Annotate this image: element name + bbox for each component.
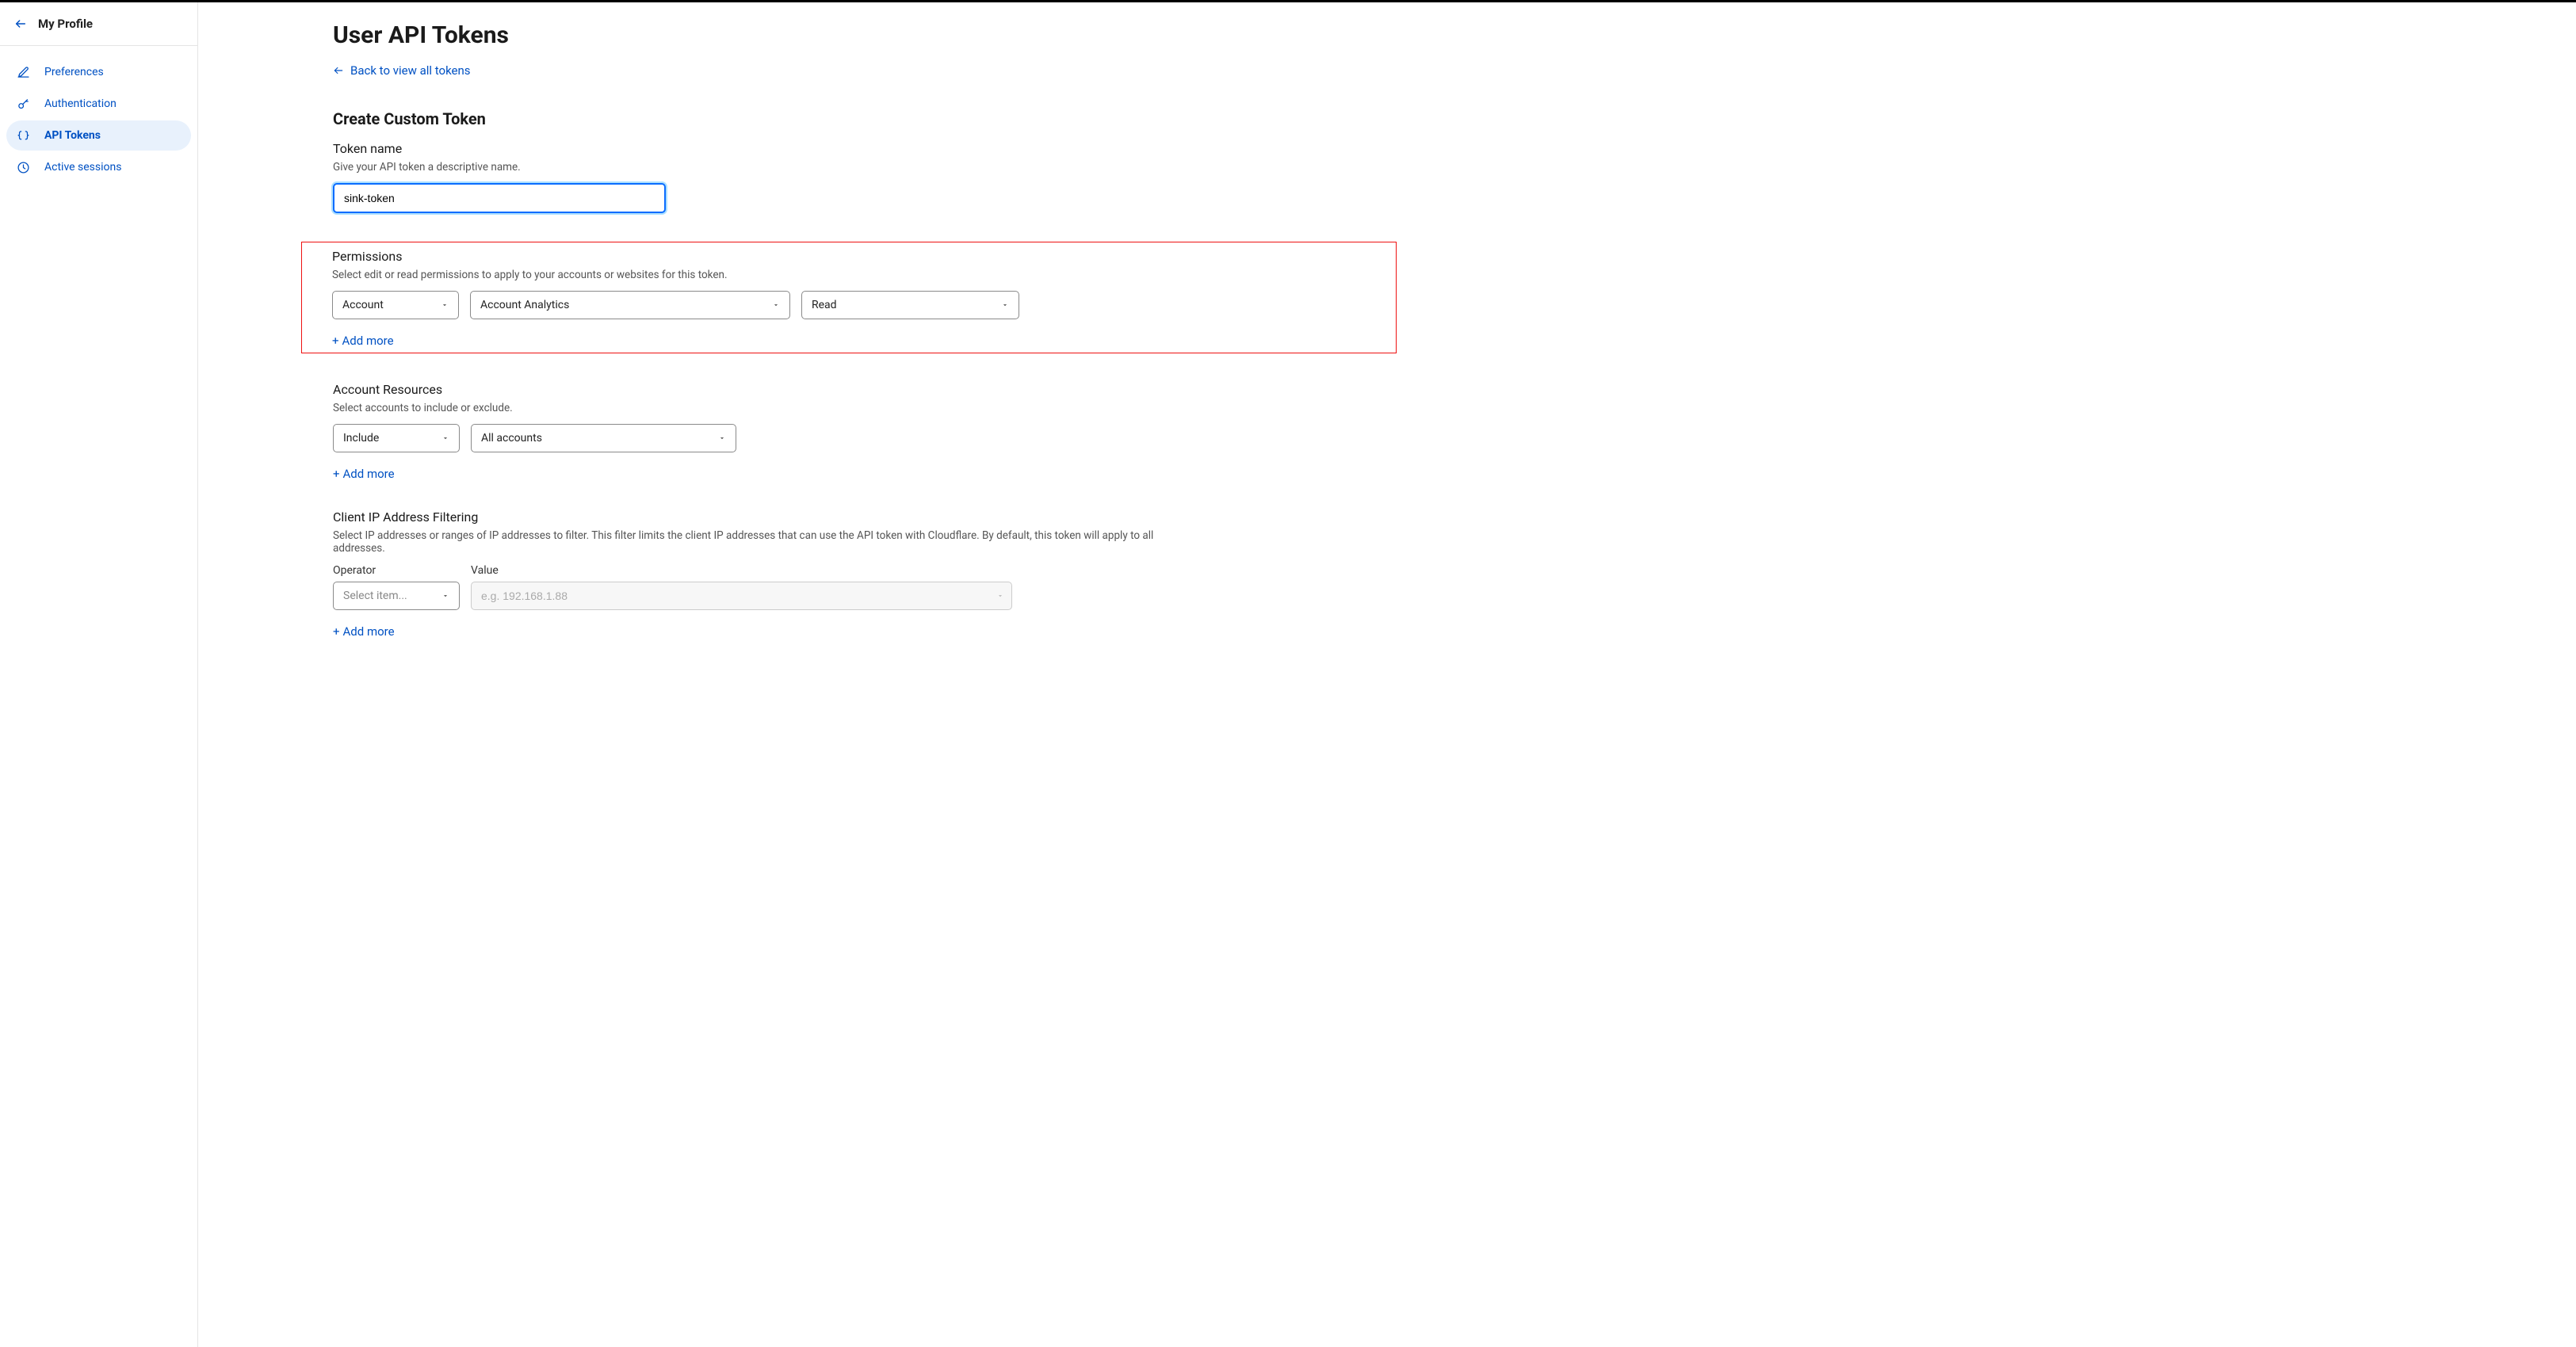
pencil-icon — [16, 65, 30, 79]
caret-down-icon — [441, 434, 449, 442]
caret-down-icon — [772, 301, 780, 309]
key-icon — [16, 97, 30, 111]
ip-filter-desc: Select IP addresses or ranges of IP addr… — [333, 529, 1191, 555]
permissions-add-more[interactable]: + Add more — [332, 334, 394, 348]
add-more-label: Add more — [343, 624, 395, 639]
add-more-label: Add more — [343, 467, 395, 481]
permissions-scope-select[interactable]: Account — [332, 291, 459, 319]
plus-icon: + — [333, 624, 340, 639]
arrow-left-icon — [14, 17, 27, 30]
account-resources-target-select[interactable]: All accounts — [471, 424, 736, 452]
ip-filter-label: Client IP Address Filtering — [333, 509, 1191, 525]
plus-icon: + — [333, 467, 340, 481]
token-name-input[interactable] — [333, 183, 666, 213]
permissions-label: Permissions — [332, 249, 1366, 264]
select-value: All accounts — [481, 432, 542, 445]
sidebar-title: My Profile — [38, 17, 93, 31]
sidebar-item-authentication[interactable]: Authentication — [6, 89, 191, 119]
token-name-desc: Give your API token a descriptive name. — [333, 161, 1191, 174]
account-resources-desc: Select accounts to include or exclude. — [333, 402, 1191, 414]
select-value: Include — [343, 432, 379, 445]
ip-operator-select[interactable]: Select item... — [333, 582, 460, 610]
token-name-section: Token name Give your API token a descrip… — [333, 141, 1191, 213]
ip-filter-section: Client IP Address Filtering Select IP ad… — [333, 509, 1191, 639]
sidebar-item-preferences[interactable]: Preferences — [6, 57, 191, 87]
sidebar-item-active-sessions[interactable]: Active sessions — [6, 152, 191, 182]
select-value: Account — [342, 299, 384, 311]
add-more-label: Add more — [342, 334, 394, 348]
create-token-heading: Create Custom Token — [333, 109, 1191, 128]
ip-filter-add-more[interactable]: + Add more — [333, 624, 395, 639]
ip-value-input[interactable] — [471, 582, 1012, 610]
ip-operator-label: Operator — [333, 564, 460, 577]
select-value: Account Analytics — [480, 299, 569, 311]
sidebar-item-label: Active sessions — [44, 161, 121, 174]
caret-down-icon — [441, 301, 449, 309]
account-resources-add-more[interactable]: + Add more — [333, 467, 395, 481]
account-resources-section: Account Resources Select accounts to inc… — [333, 382, 1191, 481]
sidebar: My Profile Preferences Authentication AP… — [0, 2, 198, 1347]
braces-icon — [16, 128, 30, 143]
plus-icon: + — [332, 334, 339, 348]
select-value: Read — [812, 299, 837, 311]
arrow-left-icon — [333, 65, 344, 76]
token-name-label: Token name — [333, 141, 1191, 156]
permissions-level-select[interactable]: Read — [801, 291, 1019, 319]
select-placeholder: Select item... — [343, 590, 407, 602]
permissions-desc: Select edit or read permissions to apply… — [332, 269, 1366, 281]
permissions-resource-select[interactable]: Account Analytics — [470, 291, 790, 319]
sidebar-item-label: API Tokens — [44, 129, 101, 142]
sidebar-header[interactable]: My Profile — [0, 2, 197, 46]
page-title: User API Tokens — [333, 21, 1191, 49]
caret-down-icon — [718, 434, 726, 442]
caret-down-icon — [441, 592, 449, 600]
sidebar-item-label: Authentication — [44, 97, 117, 110]
clock-icon — [16, 160, 30, 174]
back-link[interactable]: Back to view all tokens — [333, 63, 471, 78]
caret-down-icon — [996, 592, 1004, 600]
permissions-highlight: Permissions Select edit or read permissi… — [301, 242, 1397, 353]
sidebar-item-label: Preferences — [44, 66, 104, 78]
main-content: User API Tokens Back to view all tokens … — [198, 2, 1229, 1347]
sidebar-item-api-tokens[interactable]: API Tokens — [6, 120, 191, 151]
account-resources-label: Account Resources — [333, 382, 1191, 397]
account-resources-mode-select[interactable]: Include — [333, 424, 460, 452]
back-link-label: Back to view all tokens — [350, 63, 471, 78]
sidebar-nav: Preferences Authentication API Tokens Ac… — [0, 46, 197, 193]
ip-value-label: Value — [471, 564, 1012, 577]
caret-down-icon — [1001, 301, 1009, 309]
